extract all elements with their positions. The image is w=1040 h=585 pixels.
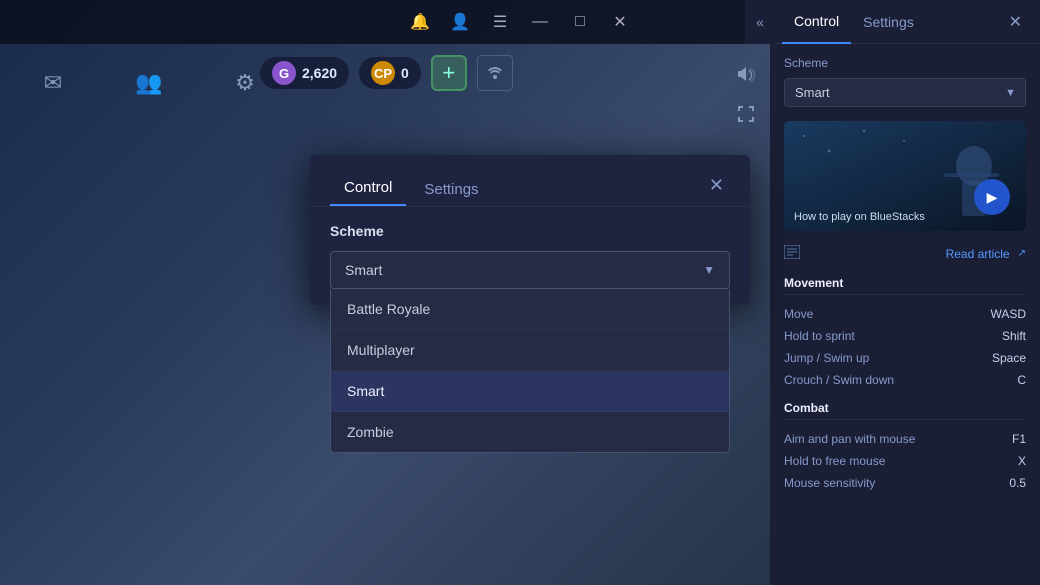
keybind-value: WASD	[990, 307, 1026, 321]
add-currency-button[interactable]: +	[431, 55, 467, 91]
movement-keybinds: Move WASDHold to sprint ShiftJump / Swim…	[784, 303, 1026, 391]
keybind-row: Hold to sprint Shift	[784, 325, 1026, 347]
keybind-value: 0.5	[1009, 476, 1026, 490]
dialog-scheme-label: Scheme	[330, 223, 730, 239]
dialog-tab-settings[interactable]: Settings	[410, 173, 492, 206]
dialog-select-arrow-icon: ▼	[703, 263, 715, 277]
dialog-tab-control[interactable]: Control	[330, 171, 406, 206]
movement-title: Movement	[784, 276, 1026, 295]
combat-section: Combat Aim and pan with mouse F1Hold to …	[770, 395, 1040, 498]
movement-section: Movement Move WASDHold to sprint ShiftJu…	[770, 270, 1040, 395]
keybind-value: Shift	[1002, 329, 1026, 343]
keybind-row: Mouse sensitivity 0.5	[784, 472, 1026, 494]
keybind-value: C	[1017, 373, 1026, 387]
sidebar-tab-settings[interactable]: Settings	[851, 0, 926, 44]
read-article-link[interactable]: Read article	[946, 247, 1010, 261]
read-article-row: Read article ↗	[770, 237, 1040, 270]
dropdown-menu: Battle Royale Multiplayer Smart Zombie	[330, 289, 730, 453]
keybind-row: Crouch / Swim down C	[784, 369, 1026, 391]
cp-currency: CP 0	[359, 57, 421, 89]
article-icon	[784, 245, 800, 262]
keybind-row: Move WASD	[784, 303, 1026, 325]
keybind-row: Aim and pan with mouse F1	[784, 428, 1026, 450]
sidebar-close-button[interactable]: ✕	[1003, 8, 1028, 36]
dialog-header: Control Settings ✕	[310, 155, 750, 207]
collapse-icon: «	[756, 14, 764, 30]
external-link-icon: ↗	[1018, 248, 1026, 259]
play-button[interactable]: ▶	[974, 179, 1010, 215]
gold-icon: G	[272, 61, 296, 85]
keybind-value: Space	[992, 351, 1026, 365]
close-window-icon[interactable]: ✕	[609, 11, 631, 33]
dropdown-item-multiplayer[interactable]: Multiplayer	[331, 330, 729, 371]
mail-icon[interactable]: ✉	[30, 60, 76, 106]
minimize-icon[interactable]: —	[529, 11, 551, 33]
dialog-scheme-select[interactable]: Smart ▼	[330, 251, 730, 289]
keybind-row: Hold to free mouse X	[784, 450, 1026, 472]
keybind-label: Aim and pan with mouse	[784, 432, 915, 446]
maximize-icon[interactable]: □	[569, 11, 591, 33]
dialog-body: Scheme Smart ▼ Battle Royale Multiplayer…	[310, 207, 750, 305]
dropdown-item-zombie[interactable]: Zombie	[331, 412, 729, 452]
gold-currency: G 2,620	[260, 57, 349, 89]
scheme-select-wrapper: Smart Battle Royale Multiplayer Zombie ▼	[784, 78, 1026, 107]
friends-icon[interactable]: 👥	[126, 60, 172, 106]
scheme-select[interactable]: Smart Battle Royale Multiplayer Zombie	[784, 78, 1026, 107]
sidebar-header: Control Settings ✕	[770, 0, 1040, 44]
right-sidebar: Control Settings ✕ Scheme Smart Battle R…	[770, 0, 1040, 585]
cp-icon: CP	[371, 61, 395, 85]
keybind-label: Hold to free mouse	[784, 454, 885, 468]
combat-keybinds: Aim and pan with mouse F1Hold to free mo…	[784, 428, 1026, 494]
dialog-scheme-value: Smart	[345, 262, 382, 278]
keybind-row: Jump / Swim up Space	[784, 347, 1026, 369]
cp-value: 0	[401, 65, 409, 81]
network-icon	[477, 55, 513, 91]
dropdown-item-smart[interactable]: Smart	[331, 371, 729, 412]
combat-title: Combat	[784, 401, 1026, 420]
profile-icon[interactable]: 👤	[449, 11, 471, 33]
currency-bar: G 2,620 CP 0 +	[260, 55, 513, 91]
gold-value: 2,620	[302, 65, 337, 81]
keybind-value: F1	[1012, 432, 1026, 446]
keybind-label: Mouse sensitivity	[784, 476, 875, 490]
dropdown-item-battle-royale[interactable]: Battle Royale	[331, 289, 729, 330]
keybind-value: X	[1018, 454, 1026, 468]
tutorial-label: How to play on BlueStacks	[794, 211, 925, 223]
keybind-label: Crouch / Swim down	[784, 373, 894, 387]
sound-icon[interactable]	[730, 58, 762, 90]
collapse-button[interactable]: «	[745, 0, 775, 44]
tutorial-video[interactable]: ▶ How to play on BlueStacks	[784, 121, 1026, 231]
sidebar-scheme-section: Scheme Smart Battle Royale Multiplayer Z…	[770, 44, 1040, 115]
keybind-label: Move	[784, 307, 813, 321]
side-icons-panel	[722, 50, 770, 138]
control-dialog[interactable]: Control Settings ✕ Scheme Smart ▼ Battle…	[310, 155, 750, 305]
dialog-close-button[interactable]: ✕	[703, 173, 730, 198]
fullscreen-icon[interactable]	[730, 98, 762, 130]
dialog-scheme-select-wrapper: Smart ▼ Battle Royale Multiplayer Smart …	[330, 251, 730, 289]
keybind-label: Jump / Swim up	[784, 351, 869, 365]
game-icons-row: ✉ 👥 ⚙	[30, 60, 268, 106]
menu-icon[interactable]: ☰	[489, 11, 511, 33]
bell-icon[interactable]: 🔔	[409, 11, 431, 33]
keybind-label: Hold to sprint	[784, 329, 855, 343]
sidebar-tab-control[interactable]: Control	[782, 0, 851, 44]
scheme-label: Scheme	[784, 56, 1026, 70]
